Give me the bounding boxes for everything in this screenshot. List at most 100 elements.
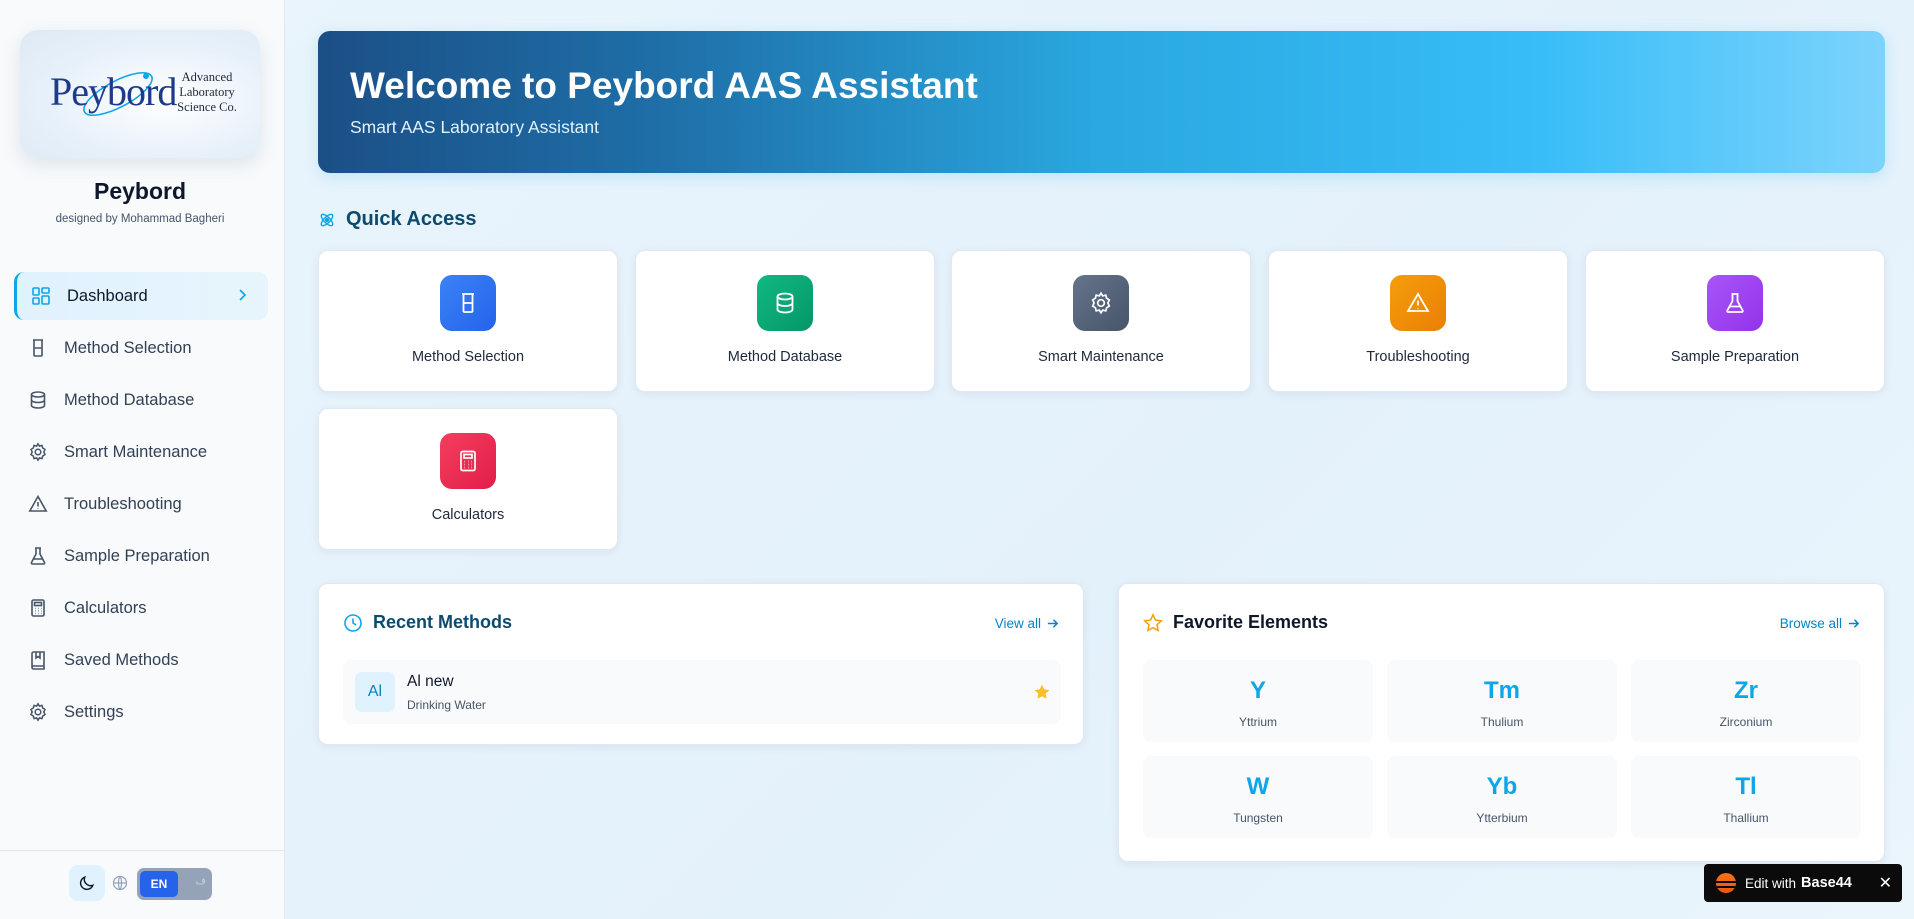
logo-tagline: Advanced Laboratory Science Co. (177, 70, 237, 114)
clock-icon (344, 613, 362, 632)
edit-with-base44-badge[interactable]: Edit with Base44 ✕ (1704, 864, 1902, 902)
language-option-en[interactable]: EN (140, 871, 178, 897)
quick-access-tile (1390, 275, 1446, 331)
favorite-elements-panel: Favorite Elements Browse all Y Yttrium T… (1118, 583, 1885, 862)
favorite-elements-header: Favorite Elements (1143, 612, 1328, 633)
sidebar-item-label: Dashboard (67, 286, 148, 305)
element-card-thulium[interactable]: Tm Thulium (1387, 660, 1617, 742)
calculator-icon (460, 450, 476, 472)
language-option-fa[interactable]: ف (196, 876, 206, 887)
quick-access-label: Troubleshooting (1366, 349, 1470, 365)
method-matrix: Drinking Water (407, 698, 486, 712)
sidebar-item-settings[interactable]: Settings (14, 688, 268, 736)
recent-methods-header: Recent Methods (343, 612, 512, 633)
database-icon (28, 390, 48, 410)
element-name: Zirconium (1719, 715, 1773, 729)
quick-access-label: Calculators (431, 507, 505, 523)
element-card-yttrium[interactable]: Y Yttrium (1143, 660, 1373, 742)
beaker-icon (28, 338, 48, 358)
sidebar-item-label: Settings (64, 702, 124, 721)
quick-access-card-smart-maintenance[interactable]: Smart Maintenance (951, 250, 1251, 392)
element-symbol: Tm (1484, 677, 1520, 704)
brand-logo: Peybord Advanced Laboratory Science Co. (20, 30, 260, 158)
sidebar-item-label: Saved Methods (64, 650, 179, 669)
sidebar-item-dashboard[interactable]: Dashboard (14, 272, 268, 320)
brand-name: Peybord (93, 178, 187, 204)
sidebar-item-method-selection[interactable]: Method Selection (14, 324, 268, 372)
quick-access-tile (1073, 275, 1129, 331)
database-icon (776, 292, 794, 314)
moon-icon (79, 875, 95, 891)
sidebar-item-label: Sample Preparation (64, 546, 210, 565)
recent-method-item[interactable]: Al Al new Drinking Water (343, 660, 1061, 724)
quick-access-card-sample-preparation[interactable]: Sample Preparation (1585, 250, 1885, 392)
element-symbol: Zr (1734, 677, 1758, 704)
sidebar-item-label: Calculators (64, 598, 147, 617)
element-card-ytterbium[interactable]: Yb Ytterbium (1387, 756, 1617, 838)
designer-credit: designed by Mohammad Bagheri (55, 213, 225, 225)
sidebar-item-label: Method Selection (64, 338, 192, 357)
element-name: Thulium (1480, 715, 1524, 729)
gear-icon (1091, 291, 1111, 315)
view-all-link[interactable]: View all (995, 616, 1059, 631)
element-symbol: Yb (1486, 773, 1518, 800)
element-card-tungsten[interactable]: W Tungsten (1143, 756, 1373, 838)
quick-access-card-method-selection[interactable]: Method Selection (318, 250, 618, 392)
warning-triangle-icon (1406, 292, 1430, 312)
recent-methods-title: Recent Methods (373, 612, 513, 632)
element-card-zirconium[interactable]: Zr Zirconium (1631, 660, 1861, 742)
sidebar-item-label: Method Database (64, 390, 195, 409)
sidebar-item-calculators[interactable]: Calculators (14, 584, 268, 632)
arrow-right-icon (1047, 619, 1059, 628)
calculator-icon (28, 598, 48, 618)
sidebar-item-troubleshooting[interactable]: Troubleshooting (14, 480, 268, 528)
page-title: Welcome to Peybord AAS Assistant (350, 65, 978, 106)
close-icon[interactable]: ✕ (1879, 873, 1892, 893)
element-symbol: Y (1249, 677, 1266, 704)
arrow-right-icon (1848, 619, 1860, 628)
edit-badge-brand: Base44 (1801, 875, 1852, 891)
language-switch[interactable]: EN ف (137, 868, 212, 900)
flask-icon (1726, 293, 1744, 313)
sidebar-item-sample-preparation[interactable]: Sample Preparation (14, 532, 268, 580)
element-symbol: Tl (1735, 773, 1757, 800)
element-name: Yttrium (1238, 715, 1277, 729)
sidebar-item-saved-methods[interactable]: Saved Methods (14, 636, 268, 684)
star-outline-icon (1143, 612, 1163, 632)
favorite-elements-title: Favorite Elements (1173, 612, 1329, 632)
quick-access-tile (757, 275, 813, 331)
sidebar-item-label: Smart Maintenance (64, 442, 208, 461)
quick-access-label: Method Database (727, 349, 843, 365)
quick-access-card-troubleshooting[interactable]: Troubleshooting (1268, 250, 1568, 392)
quick-access-tile (440, 275, 496, 331)
quick-access-label: Method Selection (411, 349, 525, 365)
sidebar-footer: EN ف (0, 850, 285, 919)
beaker-icon (462, 293, 474, 313)
quick-access-card-method-database[interactable]: Method Database (635, 250, 935, 392)
sidebar-item-label: Troubleshooting (64, 494, 182, 513)
quick-access-label: Smart Maintenance (1038, 349, 1164, 365)
star-filled-icon[interactable] (1033, 683, 1051, 701)
sidebar-item-method-database[interactable]: Method Database (14, 376, 268, 424)
quick-access-card-calculators[interactable]: Calculators (318, 408, 618, 550)
quick-access-tile (1707, 275, 1763, 331)
gear-icon (28, 702, 48, 722)
sidebar: Peybord Advanced Laboratory Science Co. … (0, 0, 285, 919)
quick-access-tile (440, 433, 496, 489)
element-card-thallium[interactable]: Tl Thallium (1631, 756, 1861, 838)
base44-logo-icon (1716, 873, 1736, 893)
browse-all-link[interactable]: Browse all (1780, 616, 1860, 631)
gear-icon (28, 442, 48, 462)
theme-toggle-button[interactable] (69, 865, 105, 901)
element-name: Ytterbium (1476, 811, 1528, 825)
quick-access-title: Quick Access (346, 208, 477, 230)
bookmark-book-icon (28, 650, 48, 670)
element-badge: Al (355, 672, 395, 712)
globe-icon (112, 875, 128, 891)
method-name: Al new (407, 673, 454, 690)
element-name: Thallium (1723, 811, 1769, 825)
chevron-right-icon (239, 289, 247, 301)
sidebar-item-smart-maintenance[interactable]: Smart Maintenance (14, 428, 268, 476)
quick-access-label: Sample Preparation (1670, 349, 1800, 365)
page-subtitle: Smart AAS Laboratory Assistant (350, 117, 600, 137)
